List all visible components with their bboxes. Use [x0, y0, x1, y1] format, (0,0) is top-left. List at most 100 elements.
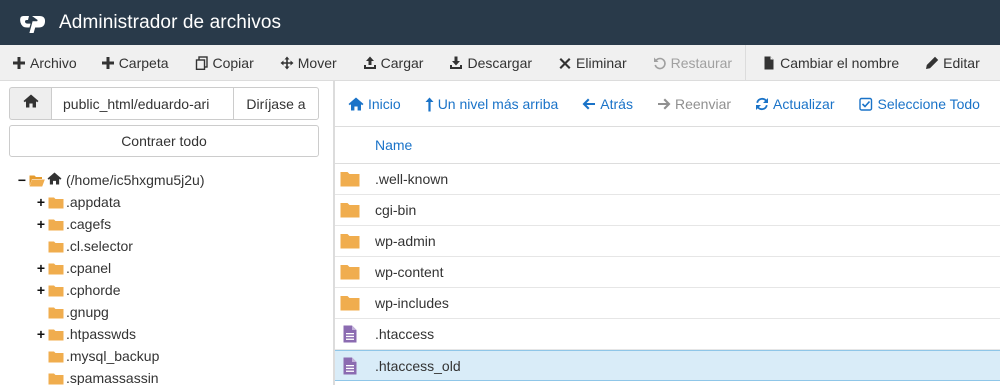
folder-icon — [340, 232, 360, 250]
folder-icon — [48, 218, 64, 231]
go-button[interactable]: Diríjase a — [233, 87, 319, 120]
tree-item[interactable]: + .appdata — [36, 192, 121, 212]
expand-toggle-icon[interactable]: + — [36, 282, 46, 298]
new-folder-button[interactable]: Carpeta — [101, 45, 169, 81]
restore-button[interactable]: Restaurar — [653, 45, 732, 81]
home-directory-button[interactable] — [9, 87, 51, 120]
expand-toggle-icon[interactable]: + — [36, 194, 46, 210]
tree-root-label: (/home/ic5hxgmu5j2u) — [66, 172, 205, 188]
forward-button[interactable]: Reenviar — [657, 96, 731, 112]
folder-icon — [48, 306, 64, 319]
new-folder-label: Carpeta — [118, 54, 169, 71]
expand-toggle-icon[interactable]: + — [36, 260, 46, 276]
move-arrows-icon — [280, 56, 294, 70]
folder-icon — [48, 284, 64, 297]
table-row[interactable]: .well-known — [335, 164, 1000, 195]
table-row[interactable]: wp-includes — [335, 288, 1000, 319]
rename-button[interactable]: Cambiar el nombre — [762, 45, 899, 81]
level-up-icon — [425, 97, 434, 112]
select-all-button[interactable]: Seleccione Todo — [859, 96, 980, 112]
tree-item[interactable]: .cl.selector — [36, 236, 133, 256]
home-nav-label: Inicio — [368, 96, 401, 112]
download-button[interactable]: Descargar — [449, 45, 532, 81]
file-name[interactable]: wp-admin — [375, 233, 436, 249]
table-row[interactable]: .htaccess_old — [335, 350, 1000, 381]
collapse-toggle-icon[interactable]: − — [17, 172, 27, 188]
refresh-button[interactable]: Actualizar — [755, 96, 834, 112]
upload-button[interactable]: Cargar — [363, 45, 424, 81]
home-icon — [348, 97, 364, 111]
select-all-label: Seleccione Todo — [877, 96, 980, 112]
upload-label: Cargar — [380, 54, 424, 71]
collapse-all-button[interactable]: Contraer todo — [9, 125, 319, 157]
up-one-level-label: Un nivel más arriba — [437, 96, 559, 112]
table-row[interactable]: wp-content — [335, 257, 1000, 288]
expand-toggle-icon[interactable]: + — [36, 216, 46, 232]
folder-icon — [48, 262, 64, 275]
move-label: Mover — [297, 54, 337, 71]
navigation-bar: Inicio Un nivel más arriba Atrás Reenvia… — [335, 86, 1000, 122]
download-label: Descargar — [467, 54, 533, 71]
copy-label: Copiar — [212, 54, 254, 71]
new-file-button[interactable]: Archivo — [12, 45, 77, 81]
file-name[interactable]: .htaccess — [375, 326, 434, 342]
expand-toggle-icon[interactable]: + — [36, 326, 46, 342]
cpanel-logo-icon — [20, 12, 50, 34]
rename-label: Cambiar el nombre — [780, 54, 900, 71]
back-label: Atrás — [600, 96, 633, 112]
tree-item-label: .mysql_backup — [66, 348, 160, 364]
app-header: Administrador de archivos — [0, 0, 1000, 45]
file-name[interactable]: .well-known — [375, 171, 448, 187]
folder-icon — [48, 240, 64, 253]
tree-item[interactable]: .spamassassin — [36, 368, 159, 385]
new-file-label: Archivo — [30, 54, 77, 71]
tree-item-label: .cphorde — [66, 282, 121, 298]
path-input[interactable] — [51, 87, 234, 120]
file-name[interactable]: .htaccess_old — [375, 358, 461, 374]
text-file-icon — [340, 325, 360, 343]
folder-icon — [48, 328, 64, 341]
edit-button[interactable]: Editar — [925, 45, 980, 81]
home-nav-button[interactable]: Inicio — [348, 96, 401, 112]
text-file-icon — [340, 357, 360, 375]
table-row[interactable]: cgi-bin — [335, 195, 1000, 226]
folder-icon — [340, 294, 360, 312]
table-row[interactable]: wp-admin — [335, 226, 1000, 257]
refresh-icon — [755, 97, 769, 111]
table-row[interactable]: .htaccess — [335, 319, 1000, 350]
copy-button[interactable]: Copiar — [195, 45, 254, 81]
close-x-icon — [558, 56, 572, 70]
file-name[interactable]: wp-content — [375, 264, 443, 280]
tree-item-label: .spamassassin — [66, 370, 159, 385]
upload-icon — [363, 56, 377, 70]
move-button[interactable]: Mover — [280, 45, 337, 81]
refresh-label: Actualizar — [773, 96, 835, 112]
file-name[interactable]: wp-includes — [375, 295, 449, 311]
folder-icon — [48, 350, 64, 363]
folder-icon — [340, 170, 360, 188]
folder-icon — [340, 201, 360, 219]
tree-item[interactable]: + .cphorde — [36, 280, 121, 300]
main-toolbar: Archivo Carpeta Copiar Mover Cargar Desc… — [0, 44, 1000, 81]
name-column-header[interactable]: Name — [375, 137, 412, 153]
arrow-left-icon — [582, 97, 596, 111]
tree-item[interactable]: .gnupg — [36, 302, 109, 322]
tree-root[interactable]: − (/home/ic5hxgmu5j2u) — [17, 170, 205, 190]
tree-item[interactable]: .mysql_backup — [36, 346, 159, 366]
download-icon — [449, 56, 463, 70]
forward-label: Reenviar — [674, 96, 732, 112]
back-button[interactable]: Atrás — [582, 96, 633, 112]
up-one-level-button[interactable]: Un nivel más arriba — [425, 96, 559, 112]
tree-item[interactable]: + .cagefs — [36, 214, 111, 234]
tree-item-label: .cpanel — [66, 260, 112, 276]
tree-item[interactable]: + .cpanel — [36, 258, 111, 278]
tree-item-label: .cagefs — [66, 216, 112, 232]
app-title: Administrador de archivos — [59, 11, 282, 33]
file-name[interactable]: cgi-bin — [375, 202, 416, 218]
folder-icon — [48, 372, 64, 385]
folder-icon — [48, 196, 64, 209]
pencil-icon — [925, 56, 939, 70]
tree-item[interactable]: + .htpasswds — [36, 324, 136, 344]
plus-icon — [12, 56, 26, 70]
delete-button[interactable]: Eliminar — [558, 45, 627, 81]
